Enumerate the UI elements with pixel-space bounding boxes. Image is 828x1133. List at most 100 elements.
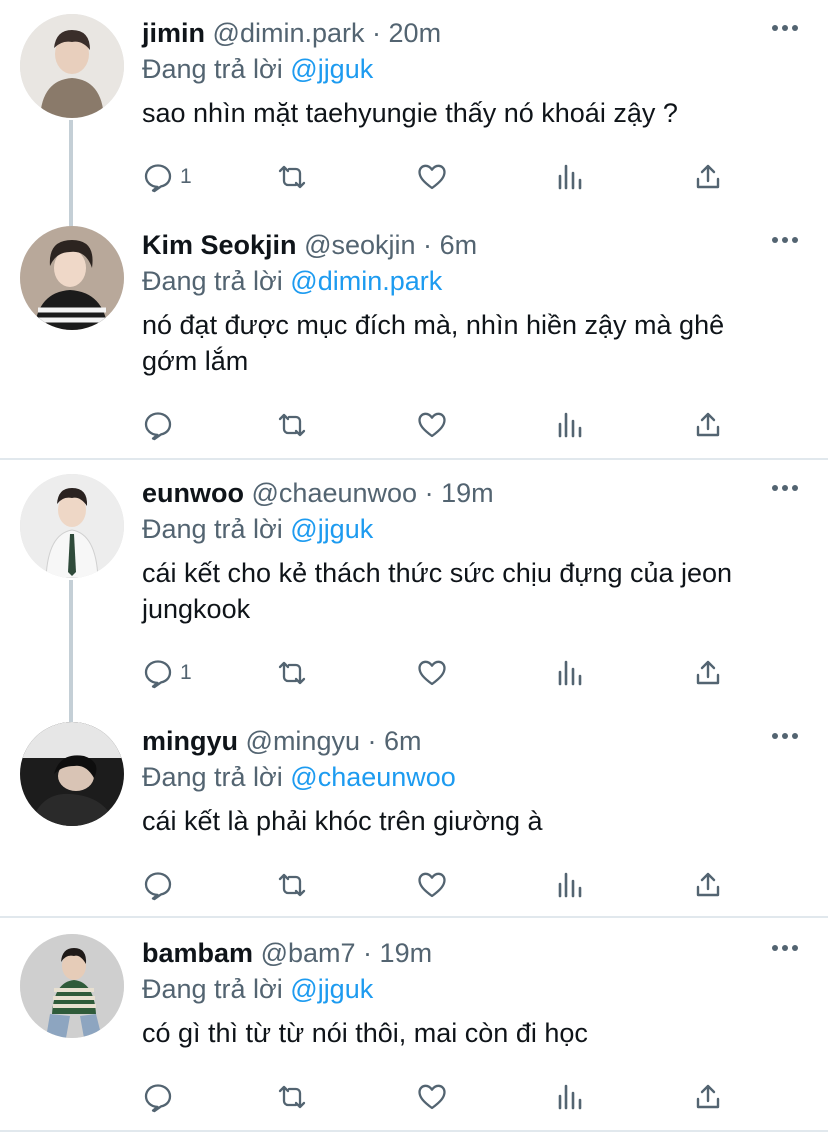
heart-icon	[418, 1084, 446, 1110]
action-bar	[142, 1080, 742, 1114]
display-name[interactable]: eunwoo	[142, 478, 244, 508]
like-button[interactable]	[416, 868, 448, 902]
tweet-text: cái kết cho kẻ thách thức sức chịu đựng …	[142, 558, 733, 624]
more-options-icon[interactable]	[772, 24, 798, 32]
replying-prefix: Đang trả lời	[142, 266, 283, 296]
reply-button[interactable]	[142, 1080, 180, 1114]
share-button[interactable]	[692, 408, 724, 442]
bar-chart-icon	[558, 164, 582, 190]
tweet[interactable]: mingyu @mingyu · 6m Đang trả lời @chaeun…	[0, 708, 828, 914]
like-button[interactable]	[416, 160, 448, 194]
bar-chart-icon	[558, 412, 582, 438]
tweet-text: cái kết là phải khóc trên giường à	[142, 806, 543, 836]
reply-to-mention[interactable]: @jjguk	[290, 974, 373, 1004]
user-handle[interactable]: @seokjin	[304, 230, 415, 260]
timestamp[interactable]: 6m	[384, 726, 422, 756]
reply-to-mention[interactable]: @dimin.park	[290, 266, 442, 296]
timestamp[interactable]: 19m	[380, 938, 433, 968]
reply-icon	[144, 164, 172, 193]
tweet-text: nó đạt được mục đích mà, nhìn hiền zậy m…	[142, 310, 725, 376]
reply-button[interactable]: 1	[142, 656, 192, 690]
tweet[interactable]: Kim Seokjin @seokjin · 6m Đang trả lời @…	[0, 212, 828, 456]
retweet-button[interactable]	[276, 160, 308, 194]
action-bar: 1	[142, 656, 742, 690]
retweet-icon	[278, 165, 306, 189]
share-button[interactable]	[692, 656, 724, 690]
tweet[interactable]: eunwoo @chaeunwoo · 19m Đang trả lời @jj…	[0, 460, 828, 710]
like-button[interactable]	[416, 408, 448, 442]
reply-button[interactable]: 1	[142, 160, 192, 194]
reply-icon	[144, 412, 172, 441]
retweet-icon	[278, 661, 306, 685]
share-icon	[696, 412, 720, 437]
more-options-icon[interactable]	[772, 236, 798, 244]
avatar[interactable]	[20, 474, 124, 578]
avatar[interactable]	[20, 722, 124, 826]
retweet-icon	[278, 873, 306, 897]
display-name[interactable]: bambam	[142, 938, 253, 968]
reply-button[interactable]	[142, 868, 180, 902]
tweet[interactable]: bambam @bam7 · 19m Đang trả lời @jjguk c…	[0, 920, 828, 1130]
person-avatar-icon	[20, 14, 124, 118]
reply-button[interactable]	[142, 408, 180, 442]
heart-icon	[418, 412, 446, 438]
heart-icon	[418, 660, 446, 686]
more-options-icon[interactable]	[772, 944, 798, 952]
tweet-text: có gì thì từ từ nói thôi, mai còn đi học	[142, 1018, 588, 1048]
retweet-button[interactable]	[276, 1080, 308, 1114]
heart-icon	[418, 872, 446, 898]
bar-chart-icon	[558, 872, 582, 898]
stats-button[interactable]	[554, 656, 586, 690]
retweet-button[interactable]	[276, 408, 308, 442]
share-button[interactable]	[692, 868, 724, 902]
more-options-icon[interactable]	[772, 484, 798, 492]
user-handle[interactable]: @bam7	[261, 938, 356, 968]
user-handle[interactable]: @mingyu	[246, 726, 360, 756]
reply-icon	[144, 1084, 172, 1113]
share-button[interactable]	[692, 1080, 724, 1114]
reply-to-mention[interactable]: @jjguk	[290, 54, 373, 84]
separator-dot: ·	[367, 726, 377, 756]
timestamp[interactable]: 19m	[441, 478, 494, 508]
reply-icon	[144, 872, 172, 901]
person-avatar-icon	[20, 474, 124, 578]
avatar[interactable]	[20, 14, 124, 118]
avatar[interactable]	[20, 934, 124, 1038]
tweet[interactable]: jimin @dimin.park · 20m Đang trả lời @jj…	[0, 0, 828, 210]
user-handle[interactable]: @chaeunwoo	[252, 478, 418, 508]
reply-to-mention[interactable]: @jjguk	[290, 514, 373, 544]
retweet-button[interactable]	[276, 868, 308, 902]
replying-to: Đang trả lời @jjguk	[142, 50, 804, 88]
replying-prefix: Đang trả lời	[142, 514, 283, 544]
stats-button[interactable]	[554, 160, 586, 194]
reply-to-mention[interactable]: @chaeunwoo	[290, 762, 456, 792]
action-bar: 1	[142, 160, 742, 194]
display-name[interactable]: Kim Seokjin	[142, 230, 297, 260]
display-name[interactable]: jimin	[142, 18, 205, 48]
share-icon	[696, 164, 720, 189]
share-button[interactable]	[692, 160, 724, 194]
separator-dot: ·	[423, 230, 433, 260]
share-icon	[696, 872, 720, 897]
like-button[interactable]	[416, 1080, 448, 1114]
stats-button[interactable]	[554, 1080, 586, 1114]
stats-button[interactable]	[554, 408, 586, 442]
like-button[interactable]	[416, 656, 448, 690]
retweet-icon	[278, 1085, 306, 1109]
timestamp[interactable]: 20m	[389, 18, 442, 48]
retweet-button[interactable]	[276, 656, 308, 690]
avatar[interactable]	[20, 226, 124, 330]
stats-button[interactable]	[554, 868, 586, 902]
reply-icon	[144, 660, 172, 689]
more-options-icon[interactable]	[772, 732, 798, 740]
replying-prefix: Đang trả lời	[142, 762, 283, 792]
reply-count: 1	[180, 165, 192, 188]
user-handle[interactable]: @dimin.park	[213, 18, 365, 48]
replying-prefix: Đang trả lời	[142, 54, 283, 84]
separator-dot: ·	[372, 18, 382, 48]
display-name[interactable]: mingyu	[142, 726, 238, 756]
action-bar	[142, 868, 742, 902]
replying-prefix: Đang trả lời	[142, 974, 283, 1004]
bar-chart-icon	[558, 1084, 582, 1110]
timestamp[interactable]: 6m	[440, 230, 478, 260]
